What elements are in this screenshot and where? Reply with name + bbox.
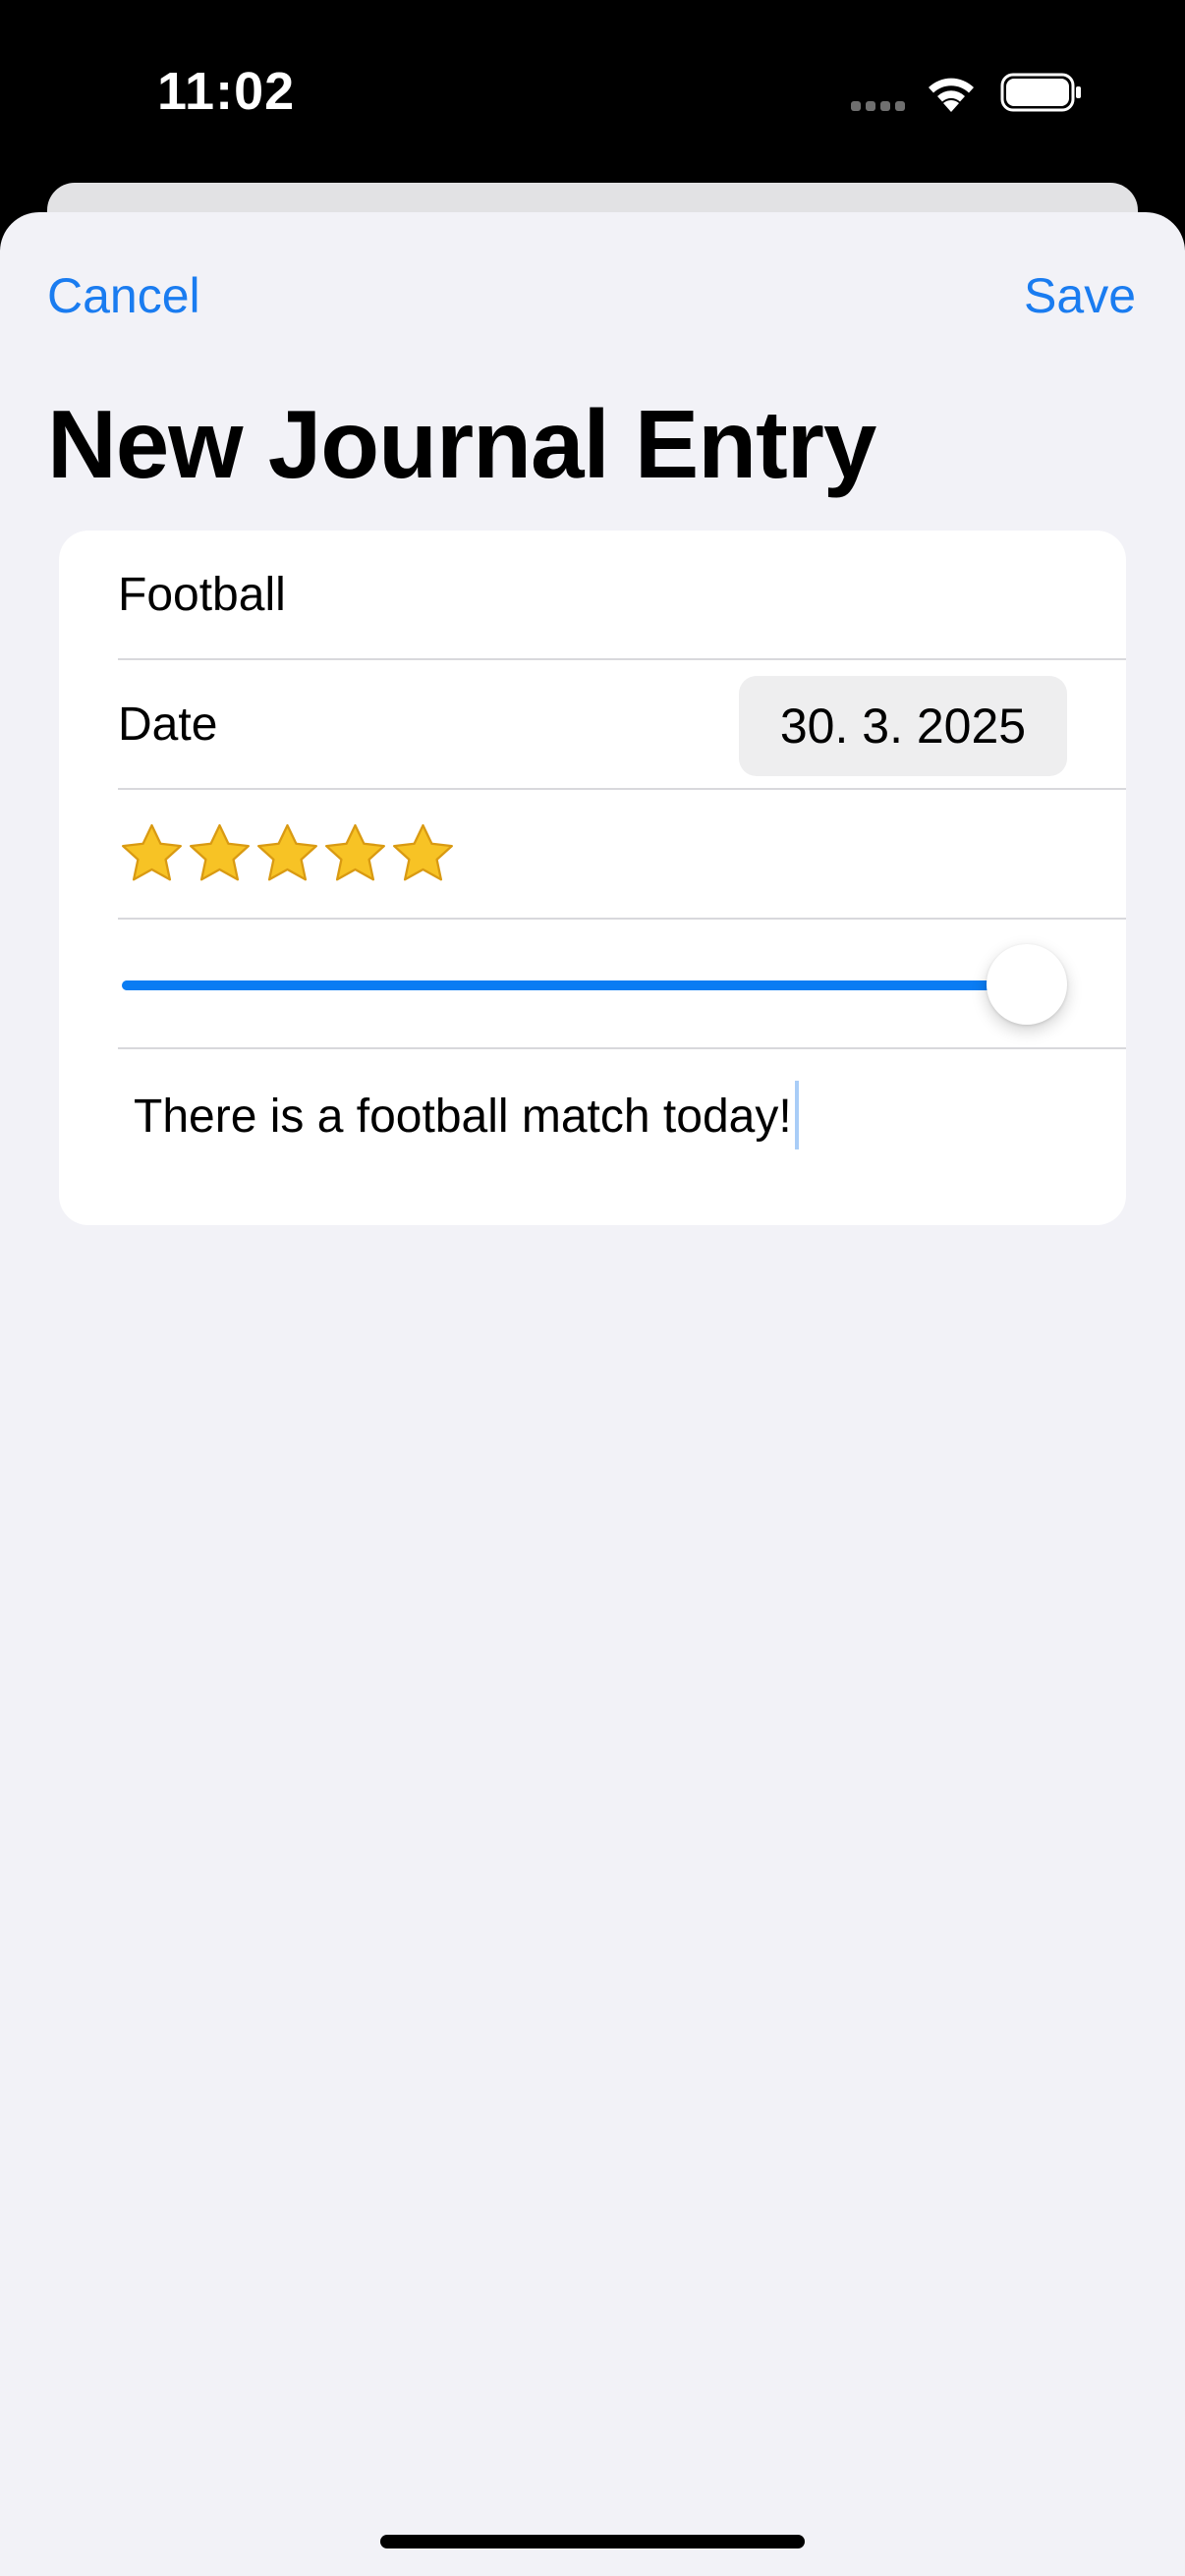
star-icon[interactable] — [186, 819, 254, 890]
title-row[interactable]: Football — [59, 531, 1126, 660]
notes-text: There is a football match today! — [134, 1091, 792, 1143]
page-title: New Journal Entry — [47, 390, 876, 498]
notes-text-editor[interactable]: There is a football match today! — [134, 1051, 799, 1183]
slider-thumb[interactable] — [987, 944, 1067, 1025]
date-label: Date — [118, 699, 218, 751]
row-divider — [118, 1047, 1126, 1049]
title-field[interactable]: Football — [118, 531, 286, 660]
slider-row — [59, 920, 1126, 1049]
star-rating[interactable] — [118, 819, 457, 890]
date-picker-button[interactable]: 30. 3. 2025 — [739, 676, 1067, 776]
signal-dots-icon — [851, 101, 906, 111]
entry-form-card: Football Date 30. 3. 2025 There is a foo… — [59, 531, 1126, 1225]
wifi-icon — [929, 78, 974, 112]
date-row: Date 30. 3. 2025 — [59, 660, 1126, 790]
status-bar: 11:02 — [0, 0, 1185, 187]
status-time: 11:02 — [157, 62, 296, 121]
star-icon[interactable] — [321, 819, 389, 890]
save-button[interactable]: Save — [1024, 263, 1136, 328]
star-icon[interactable] — [389, 819, 457, 890]
notes-row: There is a football match today! — [59, 1051, 1126, 1169]
slider-track[interactable] — [122, 980, 1026, 990]
cancel-button[interactable]: Cancel — [47, 263, 200, 328]
battery-icon — [1000, 73, 1081, 112]
star-icon[interactable] — [118, 819, 186, 890]
slider-fill — [122, 980, 1026, 990]
star-icon[interactable] — [254, 819, 321, 890]
text-caret — [794, 1081, 799, 1150]
home-indicator[interactable] — [380, 2535, 805, 2548]
rating-row — [59, 790, 1126, 920]
